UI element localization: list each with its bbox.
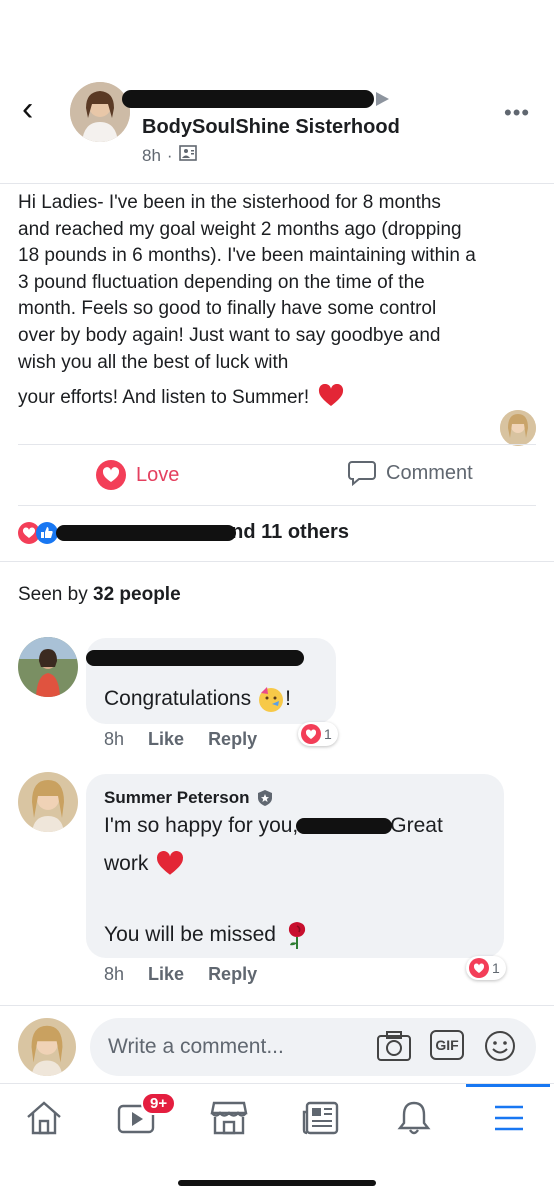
seen-prefix: Seen by	[18, 584, 93, 605]
comment-line: I'm so happy for you, Great	[104, 814, 443, 838]
commenter-avatar[interactable]	[18, 637, 78, 697]
rose-emoji-icon	[288, 922, 306, 949]
gif-button[interactable]: GIF	[430, 1030, 464, 1060]
comment-like-button[interactable]: Like	[148, 729, 184, 750]
comments-divider	[0, 1005, 554, 1006]
arrow-right-icon	[376, 92, 389, 106]
love-reaction-icon	[469, 958, 489, 978]
group-privacy-icon	[178, 145, 197, 166]
comment-text-suffix: !	[285, 687, 291, 710]
post-body: Hi Ladies- I've been in the sisterhood f…	[18, 190, 538, 412]
love-button[interactable]: Love	[96, 460, 179, 490]
love-reaction-icon	[96, 460, 126, 490]
menu-icon[interactable]	[486, 1095, 532, 1141]
home-icon[interactable]	[21, 1095, 67, 1141]
comment-line-end: Great	[390, 814, 443, 837]
home-indicator	[178, 1180, 376, 1186]
reactions-divider	[0, 561, 554, 562]
separator-dot: ·	[166, 145, 173, 165]
reactions-others: and 11 others	[220, 521, 349, 543]
my-avatar	[18, 1018, 76, 1076]
party-face-emoji-icon	[259, 687, 284, 712]
group-name[interactable]: BodySoulShine Sisterhood	[142, 116, 400, 139]
like-reaction-icon	[36, 521, 58, 544]
comment-reaction-count[interactable]: 1	[466, 956, 506, 980]
comment-reply-button[interactable]: Reply	[208, 964, 257, 985]
love-label: Love	[136, 463, 180, 486]
comment-reply-button[interactable]: Reply	[208, 729, 257, 750]
comment-meta: 8h Like Reply	[104, 964, 257, 985]
redacted-commenter-name	[86, 650, 304, 666]
post-line: over by body again! Just want to say goo…	[18, 324, 441, 346]
post-line: and reached my goal weight 2 months ago …	[18, 218, 462, 240]
reaction-count: 1	[492, 960, 500, 976]
comment-meta: 8h Like Reply	[104, 729, 257, 750]
post-line: month. Feels so good to finally have som…	[18, 298, 437, 320]
viewer-avatar-small	[500, 410, 536, 446]
comment-line-start: I'm so happy for you,	[104, 814, 299, 837]
reactions-summary[interactable]: and 11 others	[18, 521, 349, 544]
notifications-icon[interactable]	[391, 1095, 437, 1141]
comment-text-main: Congratulations	[104, 687, 252, 710]
post-divider	[18, 444, 536, 445]
post-line: 18 pounds in 6 months). I've been mainta…	[18, 245, 476, 267]
seen-count: 32 people	[93, 584, 181, 605]
post-line-last: your efforts! And listen to Summer!	[18, 384, 538, 412]
reaction-count: 1	[324, 726, 332, 742]
watch-badge: 9+	[141, 1092, 177, 1115]
love-reaction-icon	[301, 724, 321, 744]
post-line: wish you all the best of luck with	[18, 351, 289, 373]
comment-line: work	[104, 851, 184, 877]
post-meta: 8h ·	[142, 145, 197, 166]
redacted-mention	[296, 818, 393, 834]
comment-line-3: You will be missed	[104, 923, 276, 946]
header-divider	[0, 183, 554, 184]
redacted-author-name	[122, 90, 374, 108]
gif-label: GIF	[435, 1037, 459, 1053]
comment-reaction-count[interactable]: 1	[298, 722, 338, 746]
marketplace-icon[interactable]	[206, 1095, 252, 1141]
actions-divider	[18, 505, 536, 506]
post-line: Hi Ladies- I've been in the sisterhood f…	[18, 192, 441, 213]
heart-emoji-icon	[157, 851, 184, 875]
admin-badge-icon	[257, 790, 272, 806]
comment-icon	[348, 461, 376, 486]
heart-emoji-icon	[319, 384, 344, 407]
comment-label: Comment	[386, 461, 473, 484]
comment-time: 8h	[104, 964, 125, 984]
comment-placeholder: Write a comment...	[108, 1035, 284, 1058]
author-avatar[interactable]	[70, 82, 130, 142]
comment-button[interactable]: Comment	[348, 460, 473, 486]
post-last-text: your efforts! And listen to Summer!	[18, 387, 310, 409]
nav-active-indicator	[466, 1084, 550, 1087]
news-icon[interactable]	[298, 1095, 344, 1141]
comment-like-button[interactable]: Like	[148, 964, 184, 985]
post-time: 8h	[142, 145, 161, 165]
comment-author-name: Summer Peterson	[104, 788, 250, 807]
comment-line: You will be missed	[104, 920, 310, 950]
comment-text: Congratulations !	[104, 685, 291, 713]
post-line: 3 pound fluctuation depending on the tim…	[18, 271, 425, 293]
back-button[interactable]: ‹	[22, 92, 33, 126]
commenter-avatar[interactable]	[18, 772, 78, 832]
comment-time: 8h	[104, 729, 125, 749]
camera-icon[interactable]	[376, 1030, 412, 1067]
comment-line-2: work	[104, 852, 149, 875]
redacted-reactor-names	[56, 524, 236, 541]
seen-by[interactable]: Seen by 32 people	[18, 584, 181, 606]
comment-author[interactable]: Summer Peterson	[104, 788, 274, 808]
more-options-icon[interactable]: •••	[504, 100, 530, 126]
emoji-icon[interactable]	[484, 1030, 516, 1067]
